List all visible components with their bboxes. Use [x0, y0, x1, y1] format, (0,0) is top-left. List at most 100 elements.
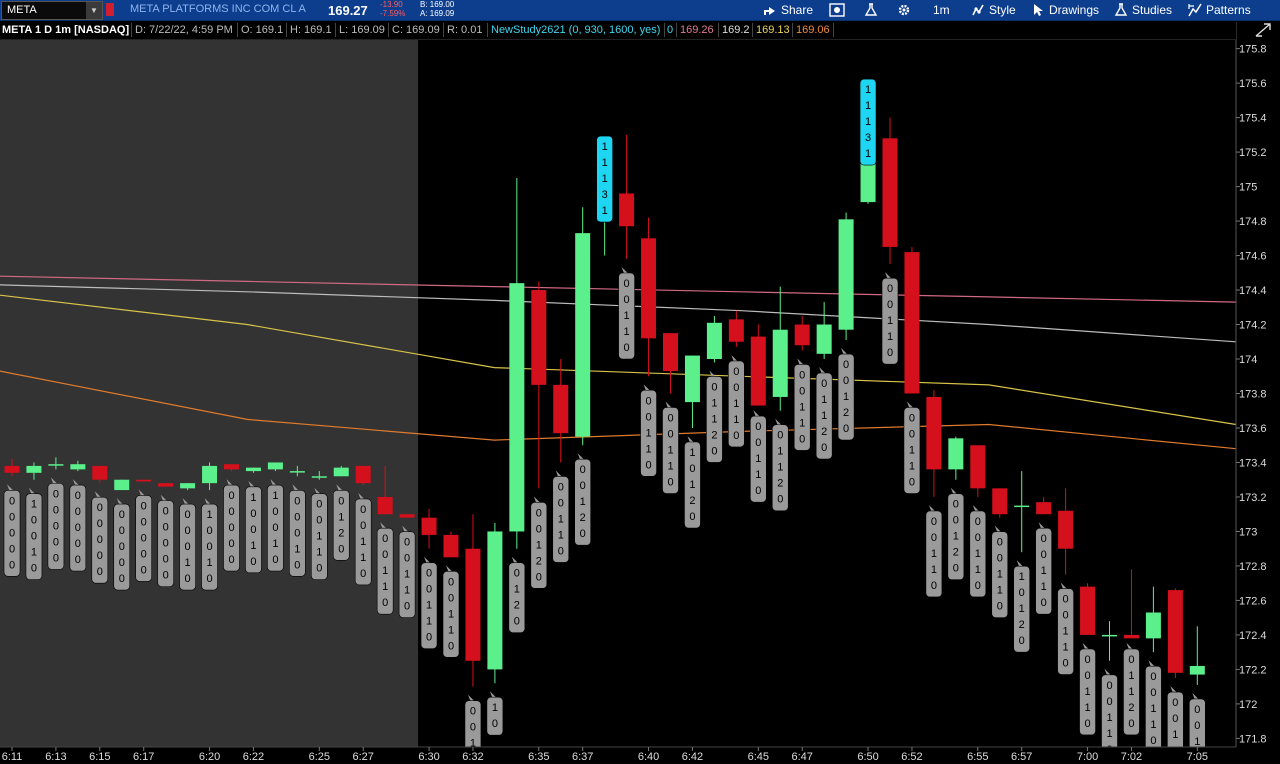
time-tick-label: 6:55 — [967, 751, 988, 763]
study-label: 0 0 0 0 0 — [113, 498, 131, 591]
divider — [237, 23, 238, 37]
label-digit: 1 — [953, 531, 959, 543]
candle[interactable] — [553, 359, 569, 463]
label-digit: 1 — [799, 401, 805, 413]
candle[interactable] — [1189, 626, 1205, 685]
candle[interactable] — [838, 212, 854, 341]
candle[interactable] — [443, 531, 459, 558]
candle[interactable] — [355, 465, 371, 485]
label-digit: 0 — [206, 541, 212, 553]
label-digit: 0 — [163, 554, 169, 566]
candle[interactable] — [1145, 586, 1161, 653]
candle[interactable] — [1036, 496, 1052, 515]
candle-body — [926, 396, 942, 470]
candle[interactable] — [772, 286, 788, 411]
label-digit: 1 — [1106, 728, 1112, 740]
time-tick-label: 6:32 — [462, 751, 483, 763]
candle[interactable] — [619, 134, 635, 259]
time-tick-label: 6:40 — [638, 751, 659, 763]
label-digit: 0 — [1106, 680, 1112, 692]
candle[interactable] — [158, 483, 174, 487]
candle[interactable] — [465, 514, 481, 687]
study-label: 0 0 1 1 0 — [376, 522, 394, 615]
time-tick-label: 6:47 — [791, 751, 812, 763]
label-digit: 1 — [1019, 603, 1025, 615]
candle-body — [948, 438, 964, 470]
chart-info-bar: META 1 D 1m [NASDAQ] D: 7/22/22, 4:59 PM… — [0, 21, 1236, 40]
candle[interactable] — [728, 310, 744, 347]
candle[interactable] — [948, 436, 964, 480]
study-label: 0 0 1 1 0 — [1035, 522, 1052, 615]
candle[interactable] — [794, 315, 810, 351]
candle-body — [136, 479, 152, 482]
price-tick-label: 174.6 — [1239, 251, 1267, 263]
candle[interactable] — [1102, 621, 1117, 661]
label-digit: 0 — [931, 532, 937, 544]
study-label: 1 0 0 1 0 — [201, 498, 218, 591]
candle-body — [443, 534, 459, 558]
candle[interactable] — [663, 333, 678, 394]
candle-body — [684, 355, 700, 403]
study-label: 0 1 1 2 0 — [706, 370, 723, 463]
candle-body — [245, 467, 261, 472]
label-digit: 0 — [755, 485, 761, 497]
candle[interactable] — [1014, 471, 1030, 553]
label-digit: 0 — [1150, 735, 1156, 747]
label-digit: 1 — [667, 445, 673, 457]
study-label: 0 0 1 1 0 — [662, 401, 679, 494]
candle[interactable] — [575, 207, 591, 446]
candle[interactable] — [904, 246, 920, 394]
label-digit: 0 — [470, 706, 476, 718]
expand-icon[interactable] — [1254, 22, 1272, 38]
ma2-value: 169.2 — [722, 24, 750, 36]
label-digit: 0 — [97, 550, 103, 562]
candle[interactable] — [531, 281, 547, 489]
candle-body — [970, 445, 986, 489]
label-digit: 1 — [1150, 719, 1156, 731]
candle-body — [706, 322, 722, 360]
label-digit: 0 — [997, 537, 1003, 549]
label-digit: 0 — [316, 499, 322, 511]
label-digit: 0 — [250, 508, 256, 520]
candle[interactable] — [1167, 588, 1183, 679]
label-digit: 2 — [338, 527, 344, 539]
candle[interactable] — [136, 479, 152, 482]
label-digit: 0 — [163, 522, 169, 534]
study-label: 0 0 0 0 0 — [91, 491, 109, 584]
time-tick-label: 6:30 — [418, 751, 439, 763]
candle[interactable] — [421, 509, 437, 549]
label-digit: 1 — [492, 702, 498, 714]
candle[interactable] — [1123, 569, 1139, 639]
price-chart[interactable]: 0000010010000000000000000000000000000000… — [0, 0, 1280, 764]
label-digit: 2 — [953, 547, 959, 559]
candle[interactable] — [750, 324, 766, 406]
label-digit: 1 — [624, 310, 630, 322]
candle[interactable] — [992, 488, 1008, 518]
candle[interactable] — [882, 117, 898, 265]
candle[interactable] — [1058, 488, 1074, 575]
candle[interactable] — [114, 479, 130, 491]
candle[interactable] — [926, 390, 942, 497]
candle[interactable] — [1080, 583, 1096, 635]
label-digit: 1 — [338, 511, 344, 523]
candle[interactable] — [816, 302, 832, 360]
candle[interactable] — [970, 445, 986, 497]
label-digit: 1 — [689, 447, 695, 459]
candle-body — [663, 333, 678, 372]
label-digit: 1 — [865, 148, 871, 160]
label-digit: 0 — [141, 548, 147, 560]
candle[interactable] — [684, 355, 700, 428]
candle-body — [377, 496, 393, 515]
label-digit: 0 — [141, 564, 147, 576]
study-name[interactable]: NewStudy2621 (0, 930, 1600, yes) — [491, 24, 660, 36]
candle[interactable] — [706, 315, 722, 363]
candle[interactable] — [641, 217, 657, 377]
candle[interactable] — [487, 522, 503, 684]
divider — [487, 23, 488, 37]
candle[interactable] — [399, 514, 415, 518]
label-digit: 1 — [1084, 702, 1090, 714]
candle[interactable] — [509, 177, 525, 549]
label-digit: 0 — [31, 515, 37, 527]
label-digit: 0 — [53, 504, 59, 516]
candle-body — [531, 290, 547, 385]
